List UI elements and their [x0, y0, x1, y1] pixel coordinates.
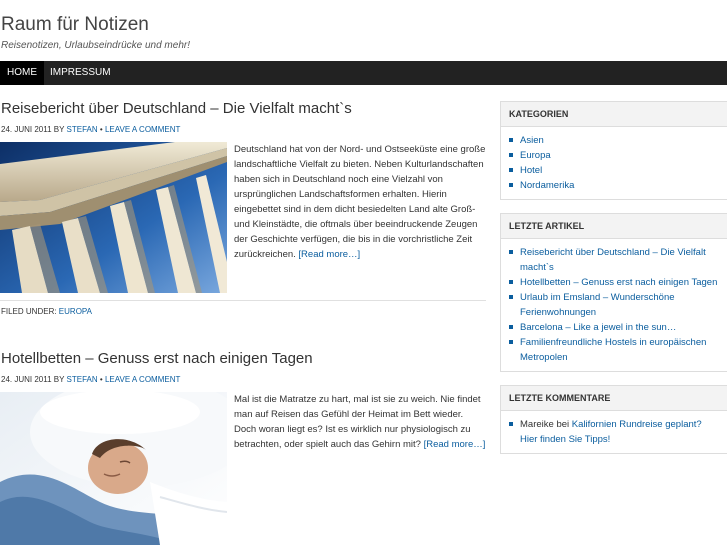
- category-list: Asien Europa Hotel Nordamerika: [501, 127, 727, 199]
- nav-home[interactable]: HOME: [0, 61, 44, 85]
- bullet-icon: [509, 138, 513, 142]
- main-navigation: HOME IMPRESSUM: [0, 61, 727, 85]
- leave-comment-link[interactable]: LEAVE A COMMENT: [105, 125, 180, 134]
- bullet-icon: [509, 340, 513, 344]
- post-excerpt: Deutschland hat von der Nord- und Ostsee…: [234, 142, 486, 262]
- list-item: Hotellbetten – Genuss erst nach einigen …: [509, 275, 721, 290]
- bullet-icon: [509, 295, 513, 299]
- sleeping-man-illustration: [0, 392, 227, 545]
- post-meta: 24. JUNI 2011 BY STEFAN • LEAVE A COMMEN…: [1, 125, 180, 134]
- list-item: Nordamerika: [509, 178, 721, 193]
- post-author-link[interactable]: STEFAN: [67, 375, 98, 384]
- post-filed-under: FILED UNDER: EUROPA: [1, 307, 92, 316]
- comment-bei: bei: [556, 419, 570, 430]
- meta-separator: •: [99, 125, 103, 134]
- widget-kategorien: KATEGORIEN Asien Europa Hotel Nordamerik…: [500, 101, 727, 200]
- recent-post-link[interactable]: Barcelona – Like a jewel in the sun…: [520, 322, 676, 333]
- sleeping-man-image[interactable]: [0, 392, 227, 545]
- post-excerpt: Mal ist die Matratze zu hart, mal ist si…: [234, 392, 486, 452]
- list-item: Reisebericht über Deutschland – Die Viel…: [509, 245, 721, 275]
- list-item: Familienfreundliche Hostels in europäisc…: [509, 335, 721, 365]
- recent-post-link[interactable]: Hotellbetten – Genuss erst nach einigen …: [520, 277, 717, 288]
- list-item: Asien: [509, 133, 721, 148]
- bullet-icon: [509, 325, 513, 329]
- site-title[interactable]: Raum für Notizen: [1, 14, 149, 36]
- category-link-hotel[interactable]: Hotel: [520, 165, 542, 176]
- widget-title: LETZTE KOMMENTARE: [501, 386, 727, 411]
- post-divider: [0, 300, 486, 301]
- filed-under-label: FILED UNDER:: [1, 307, 57, 316]
- leave-comment-link[interactable]: LEAVE A COMMENT: [105, 375, 180, 384]
- read-more-link[interactable]: [Read more…]: [424, 439, 486, 450]
- list-item: Mareike bei Kalifornien Rundreise geplan…: [509, 417, 721, 447]
- widget-title: LETZTE ARTIKEL: [501, 214, 727, 239]
- bullet-icon: [509, 153, 513, 157]
- post-meta: 24. JUNI 2011 BY STEFAN • LEAVE A COMMEN…: [1, 375, 180, 384]
- widget-letzte-artikel: LETZTE ARTIKEL Reisebericht über Deutsch…: [500, 213, 727, 372]
- brandenburg-gate-image[interactable]: [0, 142, 227, 293]
- read-more-link[interactable]: [Read more…]: [298, 249, 360, 260]
- post-date: 24. JUNI 2011: [1, 125, 52, 134]
- recent-post-link[interactable]: Familienfreundliche Hostels in europäisc…: [520, 337, 706, 363]
- post-title-hotellbetten[interactable]: Hotellbetten – Genuss erst nach einigen …: [1, 350, 313, 367]
- post-title-deutschland[interactable]: Reisebericht über Deutschland – Die Viel…: [1, 100, 352, 117]
- list-item: Hotel: [509, 163, 721, 178]
- nav-impressum[interactable]: IMPRESSUM: [43, 61, 118, 85]
- list-item: Urlaub im Emsland – Wunderschöne Ferienw…: [509, 290, 721, 320]
- category-link-nordamerika[interactable]: Nordamerika: [520, 180, 574, 191]
- recent-posts-list: Reisebericht über Deutschland – Die Viel…: [501, 239, 727, 371]
- recent-comments-list: Mareike bei Kalifornien Rundreise geplan…: [501, 411, 727, 453]
- list-item: Europa: [509, 148, 721, 163]
- list-item: Barcelona – Like a jewel in the sun…: [509, 320, 721, 335]
- site-description: Reisenotizen, Urlaubseindrücke und mehr!: [1, 40, 190, 51]
- widget-title: KATEGORIEN: [501, 102, 727, 127]
- meta-separator: •: [99, 375, 103, 384]
- widget-letzte-kommentare: LETZTE KOMMENTARE Mareike bei Kalifornie…: [500, 385, 727, 454]
- post-date: 24. JUNI 2011: [1, 375, 52, 384]
- post-author-link[interactable]: STEFAN: [67, 125, 98, 134]
- category-link-europa[interactable]: Europa: [520, 150, 551, 161]
- category-link-asien[interactable]: Asien: [520, 135, 544, 146]
- bullet-icon: [509, 422, 513, 426]
- recent-post-link[interactable]: Urlaub im Emsland – Wunderschöne Ferienw…: [520, 292, 675, 318]
- bullet-icon: [509, 250, 513, 254]
- recent-post-link[interactable]: Reisebericht über Deutschland – Die Viel…: [520, 247, 706, 273]
- post-by: BY: [53, 125, 65, 134]
- bullet-icon: [509, 280, 513, 284]
- brandenburg-gate-illustration: [0, 142, 227, 293]
- comment-author: Mareike: [520, 419, 554, 430]
- bullet-icon: [509, 183, 513, 187]
- category-link-europa[interactable]: EUROPA: [59, 307, 92, 316]
- bullet-icon: [509, 168, 513, 172]
- post-by: BY: [53, 375, 65, 384]
- post-excerpt-text: Deutschland hat von der Nord- und Ostsee…: [234, 144, 486, 260]
